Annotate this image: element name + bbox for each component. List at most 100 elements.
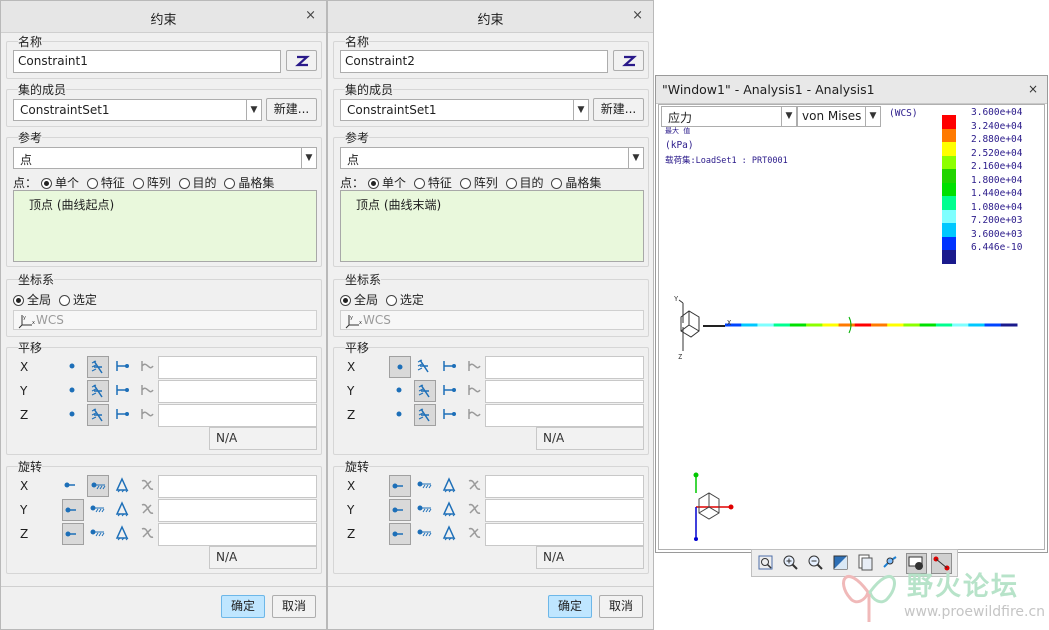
value-field[interactable]	[485, 523, 644, 546]
prescribed-rotation-icon[interactable]	[439, 475, 461, 497]
prescribed-dof-icon[interactable]	[112, 356, 134, 378]
radio-feature[interactable]	[86, 178, 98, 189]
prescribed-dof-icon[interactable]	[439, 404, 461, 426]
free-rotation-icon[interactable]	[62, 475, 84, 497]
fixed-dof-icon[interactable]	[87, 404, 109, 426]
function-dof-icon[interactable]	[464, 404, 486, 426]
value-field[interactable]	[485, 499, 644, 522]
radio-pattern[interactable]	[459, 178, 471, 189]
value-field[interactable]	[158, 380, 317, 403]
reference-item[interactable]: 顶点 (曲线起点)	[29, 198, 114, 212]
radio-intent[interactable]	[178, 178, 190, 189]
value-field[interactable]	[158, 404, 317, 427]
function-dof-icon[interactable]	[137, 404, 159, 426]
function-rotation-icon[interactable]	[137, 523, 159, 545]
prescribed-rotation-icon[interactable]	[439, 523, 461, 545]
free-dof-icon[interactable]	[389, 356, 411, 378]
free-rotation-icon[interactable]	[389, 523, 411, 545]
rename-button[interactable]	[286, 50, 317, 71]
value-field[interactable]	[158, 356, 317, 379]
radio-selected[interactable]	[58, 295, 70, 306]
free-rotation-icon[interactable]	[389, 475, 411, 497]
fixed-rotation-icon[interactable]	[87, 523, 109, 545]
function-rotation-icon[interactable]	[464, 523, 486, 545]
free-rotation-icon[interactable]	[62, 523, 84, 545]
prescribed-rotation-icon[interactable]	[112, 475, 134, 497]
prescribed-dof-icon[interactable]	[439, 380, 461, 402]
prescribed-rotation-icon[interactable]	[439, 499, 461, 521]
fixed-rotation-icon[interactable]	[414, 523, 436, 545]
close-icon[interactable]: ×	[632, 8, 643, 23]
value-field[interactable]	[158, 499, 317, 522]
free-dof-icon[interactable]	[62, 404, 84, 426]
function-dof-icon[interactable]	[464, 356, 486, 378]
free-dof-icon[interactable]	[389, 404, 411, 426]
free-dof-icon[interactable]	[389, 380, 411, 402]
reference-item[interactable]: 顶点 (曲线末端)	[356, 198, 441, 212]
fixed-dof-icon[interactable]	[414, 356, 436, 378]
radio-pattern[interactable]	[132, 178, 144, 189]
function-rotation-icon[interactable]	[137, 475, 159, 497]
fixed-rotation-icon[interactable]	[87, 499, 109, 521]
free-rotation-icon[interactable]	[62, 499, 84, 521]
name-input[interactable]: Constraint1	[13, 50, 281, 73]
prescribed-dof-icon[interactable]	[439, 356, 461, 378]
radio-single[interactable]	[41, 178, 53, 189]
radio-lattice[interactable]	[551, 178, 563, 189]
function-rotation-icon[interactable]	[464, 499, 486, 521]
radio-single[interactable]	[368, 178, 380, 189]
radio-selected[interactable]	[385, 295, 397, 306]
close-icon[interactable]: ×	[305, 8, 316, 23]
fixed-rotation-icon[interactable]	[414, 499, 436, 521]
fixed-dof-icon[interactable]	[87, 380, 109, 402]
fixed-rotation-icon[interactable]	[414, 475, 436, 497]
member-select[interactable]: ConstraintSet1 ▼	[340, 99, 589, 121]
value-field[interactable]	[158, 523, 317, 546]
value-field[interactable]	[485, 380, 644, 403]
new-button[interactable]: 新建...	[593, 98, 644, 121]
cancel-button[interactable]: 取消	[599, 595, 643, 618]
reference-type-select[interactable]: 点 ▼	[340, 147, 644, 169]
free-dof-icon[interactable]	[62, 380, 84, 402]
value-field[interactable]	[485, 404, 644, 427]
result-viewport[interactable]: 应力 ▼ von Mises ▼ (WCS) 最大 值 (kPa) 载荷集:Lo…	[658, 104, 1045, 577]
function-dof-icon[interactable]	[137, 380, 159, 402]
reference-list[interactable]: 顶点 (曲线起点)	[13, 190, 317, 262]
radio-feature[interactable]	[413, 178, 425, 189]
fixed-dof-icon[interactable]	[414, 404, 436, 426]
free-dof-icon[interactable]	[62, 356, 84, 378]
prescribed-dof-icon[interactable]	[112, 404, 134, 426]
free-rotation-icon[interactable]	[389, 499, 411, 521]
coord-system-field[interactable]: yx WCS	[340, 310, 644, 330]
close-icon[interactable]: ×	[1028, 82, 1038, 96]
reference-list[interactable]: 顶点 (曲线末端)	[340, 190, 644, 262]
prescribed-dof-icon[interactable]	[112, 380, 134, 402]
rename-button[interactable]	[613, 50, 644, 71]
fixed-rotation-icon[interactable]	[87, 475, 109, 497]
reference-type-select[interactable]: 点 ▼	[13, 147, 317, 169]
ok-button[interactable]: 确定	[548, 595, 592, 618]
function-rotation-icon[interactable]	[137, 499, 159, 521]
fixed-dof-icon[interactable]	[87, 356, 109, 378]
value-field[interactable]	[485, 475, 644, 498]
member-select[interactable]: ConstraintSet1 ▼	[13, 99, 262, 121]
radio-intent[interactable]	[505, 178, 517, 189]
radio-lattice[interactable]	[224, 178, 236, 189]
function-rotation-icon[interactable]	[464, 475, 486, 497]
prescribed-rotation-icon[interactable]	[112, 499, 134, 521]
zoom-out-icon[interactable]	[806, 553, 827, 574]
ok-button[interactable]: 确定	[221, 595, 265, 618]
radio-global[interactable]	[340, 295, 351, 306]
zoom-fit-icon[interactable]	[756, 553, 777, 574]
zoom-in-icon[interactable]	[781, 553, 802, 574]
value-field[interactable]	[485, 356, 644, 379]
name-input[interactable]: Constraint2	[340, 50, 608, 73]
fixed-dof-icon[interactable]	[414, 380, 436, 402]
function-dof-icon[interactable]	[464, 380, 486, 402]
new-button[interactable]: 新建...	[266, 98, 317, 121]
cancel-button[interactable]: 取消	[272, 595, 316, 618]
value-field[interactable]	[158, 475, 317, 498]
radio-global[interactable]	[13, 295, 24, 306]
coord-system-field[interactable]: yx WCS	[13, 310, 317, 330]
prescribed-rotation-icon[interactable]	[112, 523, 134, 545]
